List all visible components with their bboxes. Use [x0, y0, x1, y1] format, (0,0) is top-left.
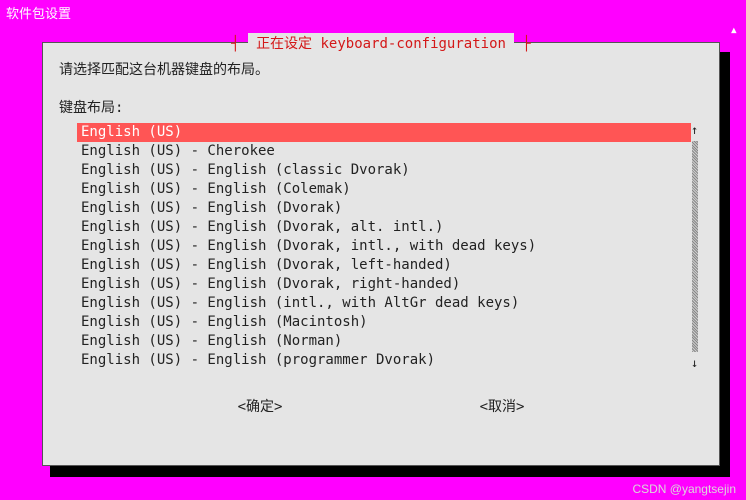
- dialog-title-left-bar: ┤: [231, 36, 248, 52]
- ok-button[interactable]: <确定>: [238, 396, 283, 416]
- scroll-track[interactable]: [692, 141, 698, 352]
- keyboard-config-dialog: ┤ 正在设定 keyboard-configuration ├ 请选择匹配这台机…: [42, 42, 720, 466]
- dialog-button-row: <确定> <取消>: [59, 396, 703, 416]
- list-item[interactable]: English (US): [77, 123, 691, 142]
- list-item[interactable]: English (US) - English (Norman): [77, 332, 689, 351]
- keyboard-layout-list[interactable]: English (US)English (US) - CherokeeEngli…: [77, 123, 689, 370]
- list-item[interactable]: English (US) - English (Dvorak, alt. int…: [77, 218, 689, 237]
- list-item[interactable]: English (US) - English (Colemak): [77, 180, 689, 199]
- dialog-title: 正在设定 keyboard-configuration: [248, 33, 514, 53]
- list-label: 键盘布局:: [59, 97, 703, 117]
- list-item[interactable]: English (US) - English (classic Dvorak): [77, 161, 689, 180]
- watermark: CSDN @yangtsejin: [632, 482, 736, 496]
- list-item[interactable]: English (US) - English (Dvorak, left-han…: [77, 256, 689, 275]
- list-item[interactable]: English (US) - English (Dvorak, right-ha…: [77, 275, 689, 294]
- cancel-button[interactable]: <取消>: [480, 396, 525, 416]
- instruction-text: 请选择匹配这台机器键盘的布局。: [59, 59, 703, 79]
- list-item[interactable]: English (US) - English (intl., with AltG…: [77, 294, 689, 313]
- list-item[interactable]: English (US) - English (Dvorak): [77, 199, 689, 218]
- dialog-title-right-bar: ├: [514, 36, 531, 52]
- list-item[interactable]: English (US) - English (Macintosh): [77, 313, 689, 332]
- list-scrollbar[interactable]: ↑ ↓: [691, 123, 699, 370]
- terminal-area: ▴ ┤ 正在设定 keyboard-configuration ├ 请选择匹配这…: [20, 22, 740, 492]
- list-item[interactable]: English (US) - English (programmer Dvora…: [77, 351, 689, 370]
- list-item[interactable]: English (US) - English (Dvorak, intl., w…: [77, 237, 689, 256]
- scroll-down-icon[interactable]: ↓: [691, 356, 698, 370]
- scroll-up-icon[interactable]: ↑: [691, 123, 698, 137]
- list-item[interactable]: English (US) - Cherokee: [77, 142, 689, 161]
- outer-scroll-up-icon: ▴: [730, 22, 738, 38]
